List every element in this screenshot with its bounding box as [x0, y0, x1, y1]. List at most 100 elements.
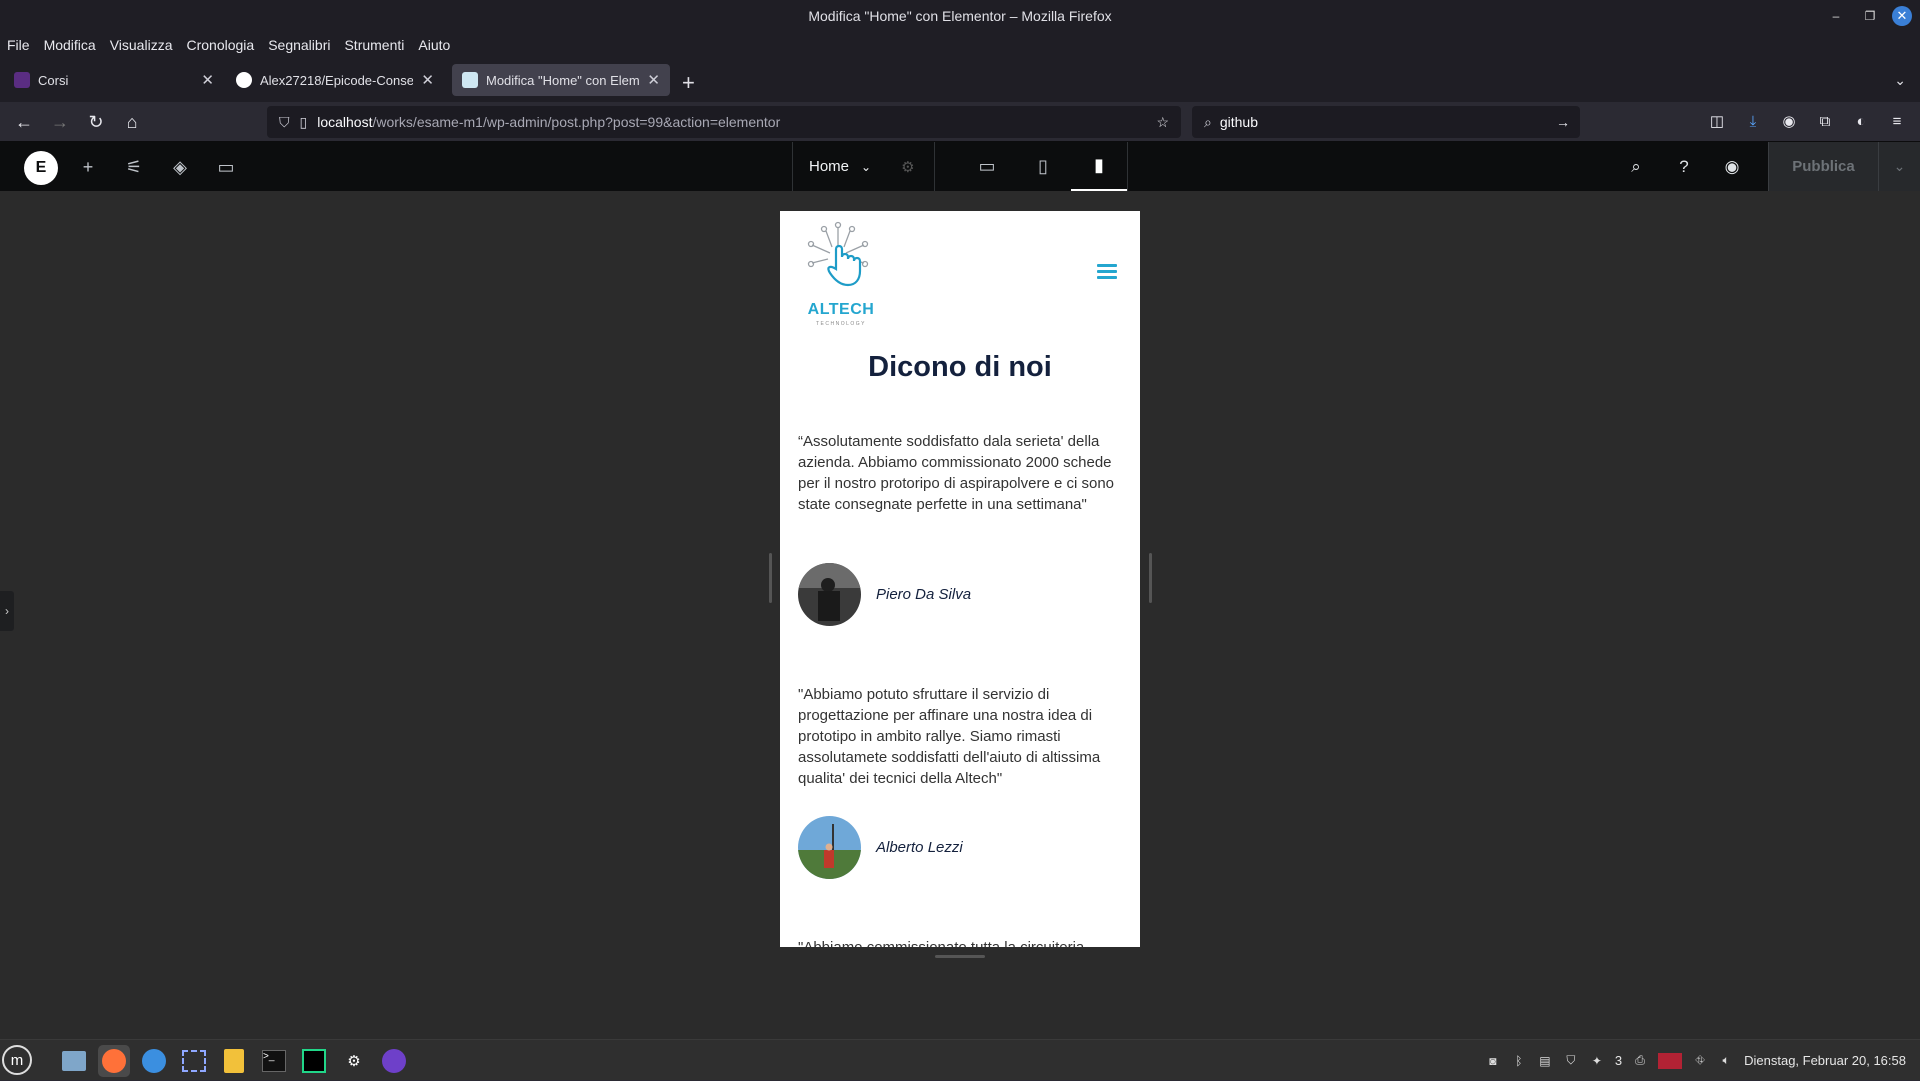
menu-segnalibri[interactable]: Segnalibri	[268, 37, 330, 53]
menu-strumenti[interactable]: Strumenti	[344, 37, 404, 53]
tab-favicon-icon	[14, 72, 30, 88]
back-button[interactable]: ←	[12, 110, 36, 134]
downloads-icon[interactable]: ⤓	[1742, 110, 1764, 132]
close-icon[interactable]: ✕	[1892, 6, 1912, 26]
extension-icon[interactable]: ◐	[1850, 110, 1872, 132]
bluetooth-icon[interactable]: ᛒ	[1511, 1053, 1527, 1069]
navigation-bar: ← → ↻ ⌂ ⛉ ▯ localhost/works/esame-m1/wp-…	[0, 102, 1920, 142]
github-desktop-icon[interactable]	[378, 1045, 410, 1077]
testimonial-author: Alberto Lezzi	[798, 816, 963, 879]
forward-button[interactable]: →	[48, 110, 72, 134]
hamburger-menu-icon[interactable]	[1097, 264, 1117, 280]
account-icon[interactable]: ◉	[1778, 110, 1800, 132]
url-host: localhost	[317, 114, 373, 130]
minimize-icon[interactable]: –	[1824, 4, 1848, 28]
search-bar[interactable]: ⌕ github →	[1192, 106, 1580, 138]
tab-close-icon[interactable]: ✕	[421, 71, 434, 89]
editor-canvas: › ALTECH TECHNOLOGY Dicono di noi “Assol…	[0, 191, 1920, 1039]
new-tab-button[interactable]: +	[682, 70, 695, 96]
toolbar-icons: ◫ ⤓ ◉ ⧉ ◐ ≡	[1706, 110, 1920, 132]
structure-icon[interactable]: ◈	[167, 154, 193, 180]
tab-github[interactable]: Alex27218/Epicode-Conseg ✕	[226, 64, 444, 96]
altech-logo[interactable]: ALTECH TECHNOLOGY	[806, 219, 874, 327]
calculator-icon[interactable]	[218, 1045, 250, 1077]
resize-handle-left[interactable]	[769, 553, 772, 603]
menu-visualizza[interactable]: Visualizza	[110, 37, 173, 53]
site-settings-icon[interactable]: ⚟	[121, 154, 147, 180]
elementor-topbar: E + ⚟ ◈ ▭ Home ⌄ ⚙ ▭ ▯ ▮ ⌕ ? ◉ Pubblica …	[0, 142, 1920, 191]
logo-subtext: TECHNOLOGY	[815, 321, 866, 327]
tab-favicon-icon	[462, 72, 478, 88]
testimonial-quote: “Assolutamente soddisfatto dala serieta'…	[798, 433, 1115, 513]
search-icon: ⌕	[1204, 113, 1212, 130]
network-icon[interactable]: ⛗	[1692, 1053, 1708, 1069]
url-bar[interactable]: ⛉ ▯ localhost/works/esame-m1/wp-admin/po…	[267, 106, 1181, 138]
tab-title: Alex27218/Epicode-Conseg	[260, 72, 414, 88]
search-input[interactable]: github	[1220, 114, 1258, 130]
updates-count: 3	[1614, 1053, 1623, 1068]
screenshot-icon[interactable]	[178, 1045, 210, 1077]
thunderbird-icon[interactable]	[138, 1045, 170, 1077]
mobile-device-icon[interactable]: ▮	[1071, 142, 1127, 191]
keyboard-layout-us-flag-icon[interactable]	[1658, 1052, 1683, 1069]
elementor-logo-icon[interactable]: E	[24, 151, 58, 185]
publish-button[interactable]: Pubblica	[1768, 142, 1878, 191]
bookmark-star-icon[interactable]: ☆	[1156, 114, 1169, 131]
comments-icon[interactable]: ▭	[213, 154, 239, 180]
logo-hand-icon	[807, 221, 869, 287]
help-icon[interactable]: ?	[1660, 142, 1708, 191]
menu-cronologia[interactable]: Cronologia	[186, 37, 254, 53]
page-settings-icon[interactable]: ⚙	[901, 158, 914, 176]
page-icon: ▯	[299, 113, 308, 130]
clock[interactable]: Dienstag, Februar 20, 16:58	[1744, 1053, 1906, 1068]
webstorm-icon[interactable]	[298, 1045, 330, 1077]
app-menu-icon[interactable]: ≡	[1886, 110, 1908, 132]
tab-title: Modifica "Home" con Eleme	[486, 72, 640, 88]
resize-handle-right[interactable]	[1149, 553, 1152, 603]
publish-options-chevron-icon[interactable]: ⌄	[1878, 142, 1920, 191]
pocket-icon[interactable]: ◫	[1706, 110, 1728, 132]
tab-close-icon[interactable]: ✕	[201, 71, 214, 89]
chevron-down-icon: ⌄	[861, 159, 872, 174]
firefox-icon[interactable]	[98, 1045, 130, 1077]
maximize-icon[interactable]: ❐	[1858, 4, 1882, 28]
menu-modifica[interactable]: Modifica	[44, 37, 96, 53]
shield-icon[interactable]: ⛉	[279, 114, 290, 131]
page-name: Home	[809, 158, 850, 175]
author-name: Piero Da Silva	[876, 586, 972, 603]
files-icon[interactable]	[58, 1045, 90, 1077]
menu-file[interactable]: File	[7, 37, 30, 53]
terminal-icon[interactable]: >_	[258, 1045, 290, 1077]
updates-icon[interactable]: ✦	[1589, 1053, 1605, 1069]
preview-eye-icon[interactable]: ◉	[1708, 142, 1756, 191]
tab-corsi[interactable]: Corsi ✕	[4, 64, 224, 96]
discord-icon[interactable]: ◙	[1485, 1053, 1501, 1069]
start-menu-icon[interactable]: m	[2, 1045, 32, 1075]
tab-close-icon[interactable]: ✕	[647, 71, 660, 89]
extensions-icon[interactable]: ⧉	[1814, 110, 1836, 132]
tab-elementor[interactable]: Modifica "Home" con Eleme ✕	[452, 64, 670, 96]
list-all-tabs-icon[interactable]: ⌄	[1894, 72, 1906, 89]
github-icon	[236, 72, 252, 88]
settings-icon[interactable]: ⚙	[338, 1045, 370, 1077]
clipboard-icon[interactable]: ▤	[1537, 1053, 1553, 1069]
avatar	[798, 563, 861, 626]
search-go-icon[interactable]: →	[1556, 114, 1570, 130]
finder-search-icon[interactable]: ⌕	[1612, 142, 1660, 191]
resize-handle-bottom[interactable]	[935, 955, 985, 958]
page-selector[interactable]: Home ⌄ ⚙	[793, 142, 935, 191]
section-heading: Dicono di noi	[868, 351, 1052, 383]
desktop-device-icon[interactable]: ▭	[959, 142, 1015, 191]
elementor-center-controls: Home ⌄ ⚙ ▭ ▯ ▮	[792, 142, 1128, 191]
shield-tray-icon[interactable]: ⛉	[1563, 1053, 1579, 1069]
tablet-device-icon[interactable]: ▯	[1015, 142, 1071, 191]
add-element-icon[interactable]: +	[75, 154, 101, 180]
menu-bar: File Modifica Visualizza Cronologia Segn…	[0, 32, 1920, 58]
reload-button[interactable]: ↻	[84, 110, 108, 134]
menu-aiuto[interactable]: Aiuto	[418, 37, 450, 53]
home-button[interactable]: ⌂	[120, 110, 144, 134]
url-path: /works/esame-m1/wp-admin/post.php?post=9…	[372, 114, 781, 130]
panel-toggle-chevron-icon[interactable]: ›	[0, 591, 14, 631]
volume-icon[interactable]: 🔈︎	[1718, 1053, 1734, 1069]
printer-icon[interactable]: ⎙	[1632, 1053, 1648, 1069]
